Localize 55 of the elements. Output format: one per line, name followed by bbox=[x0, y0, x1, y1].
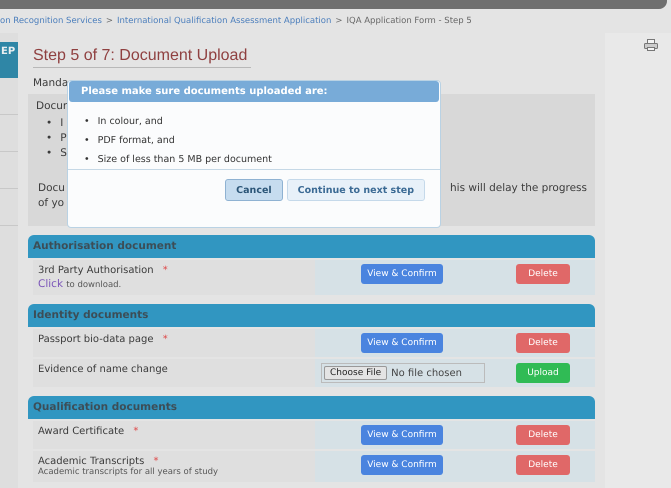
info-note: his will delay the progress bbox=[450, 182, 587, 194]
info-heading: Docur bbox=[36, 100, 68, 112]
file-input[interactable]: Choose File No file chosen bbox=[321, 363, 485, 383]
upload-button[interactable]: Upload bbox=[516, 363, 570, 383]
document-label: Evidence of name change bbox=[38, 364, 168, 375]
view-confirm-button[interactable]: View & Confirm bbox=[361, 333, 443, 353]
breadcrumb-current: IQA Application Form - Step 5 bbox=[346, 16, 472, 26]
section-header: Authorisation document bbox=[28, 235, 595, 258]
view-confirm-button[interactable]: View & Confirm bbox=[361, 264, 443, 284]
breadcrumb-link[interactable]: on Recognition Services bbox=[0, 16, 102, 26]
breadcrumb-link[interactable]: International Qualification Assessment Application bbox=[117, 16, 332, 26]
document-label: Award Certificate bbox=[38, 426, 124, 437]
info-note: of yo bbox=[38, 197, 64, 209]
document-label: Academic Transcripts bbox=[38, 456, 144, 467]
sidebar-tab[interactable]: EP bbox=[0, 42, 18, 78]
cancel-button[interactable]: Cancel bbox=[225, 179, 283, 201]
download-hint: to download. bbox=[66, 280, 122, 290]
download-link[interactable]: Click bbox=[38, 278, 64, 290]
required-mark: * bbox=[133, 426, 138, 437]
breadcrumb-separator: > bbox=[106, 16, 114, 26]
bullet-marker: • bbox=[46, 131, 52, 146]
delete-button[interactable]: Delete bbox=[516, 425, 570, 445]
document-label: 3rd Party Authorisation bbox=[38, 265, 154, 276]
delete-button[interactable]: Delete bbox=[516, 333, 570, 353]
mandatory-text: Manda bbox=[33, 77, 70, 89]
info-note: Docu bbox=[38, 182, 65, 194]
requirement-item: In colour, and bbox=[98, 115, 163, 129]
required-mark: * bbox=[162, 265, 168, 276]
section-header: Identity documents bbox=[28, 304, 595, 327]
modal-title: Please make sure documents uploaded are: bbox=[69, 81, 439, 102]
bullet-marker: • bbox=[84, 115, 90, 129]
bullet-marker: • bbox=[46, 146, 52, 161]
bullet-marker: • bbox=[84, 153, 90, 167]
view-confirm-button[interactable]: View & Confirm bbox=[361, 455, 443, 475]
bullet-marker: • bbox=[84, 134, 90, 148]
info-bullet: I bbox=[60, 116, 64, 131]
continue-button[interactable]: Continue to next step bbox=[286, 179, 425, 201]
delete-button[interactable]: Delete bbox=[516, 264, 570, 284]
choose-file-button[interactable]: Choose File bbox=[324, 366, 388, 380]
page-title: Step 5 of 7: Document Upload bbox=[33, 47, 252, 68]
document-label: Passport bio-data page bbox=[38, 334, 154, 345]
printer-icon[interactable] bbox=[644, 39, 658, 51]
breadcrumb-separator: > bbox=[335, 16, 343, 26]
view-confirm-button[interactable]: View & Confirm bbox=[361, 425, 443, 445]
section-header: Qualification documents bbox=[28, 396, 595, 419]
requirement-item: Size of less than 5 MB per document bbox=[98, 153, 272, 167]
delete-button[interactable]: Delete bbox=[516, 455, 570, 475]
info-bullet: P bbox=[60, 131, 67, 146]
required-mark: * bbox=[153, 456, 158, 467]
required-mark: * bbox=[162, 334, 168, 345]
bullet-marker: • bbox=[46, 116, 52, 131]
file-status: No file chosen bbox=[391, 368, 462, 378]
info-bullet: S bbox=[60, 146, 67, 161]
document-note: Academic transcripts for all years of study bbox=[38, 467, 220, 477]
requirement-item: PDF format, and bbox=[98, 134, 175, 148]
